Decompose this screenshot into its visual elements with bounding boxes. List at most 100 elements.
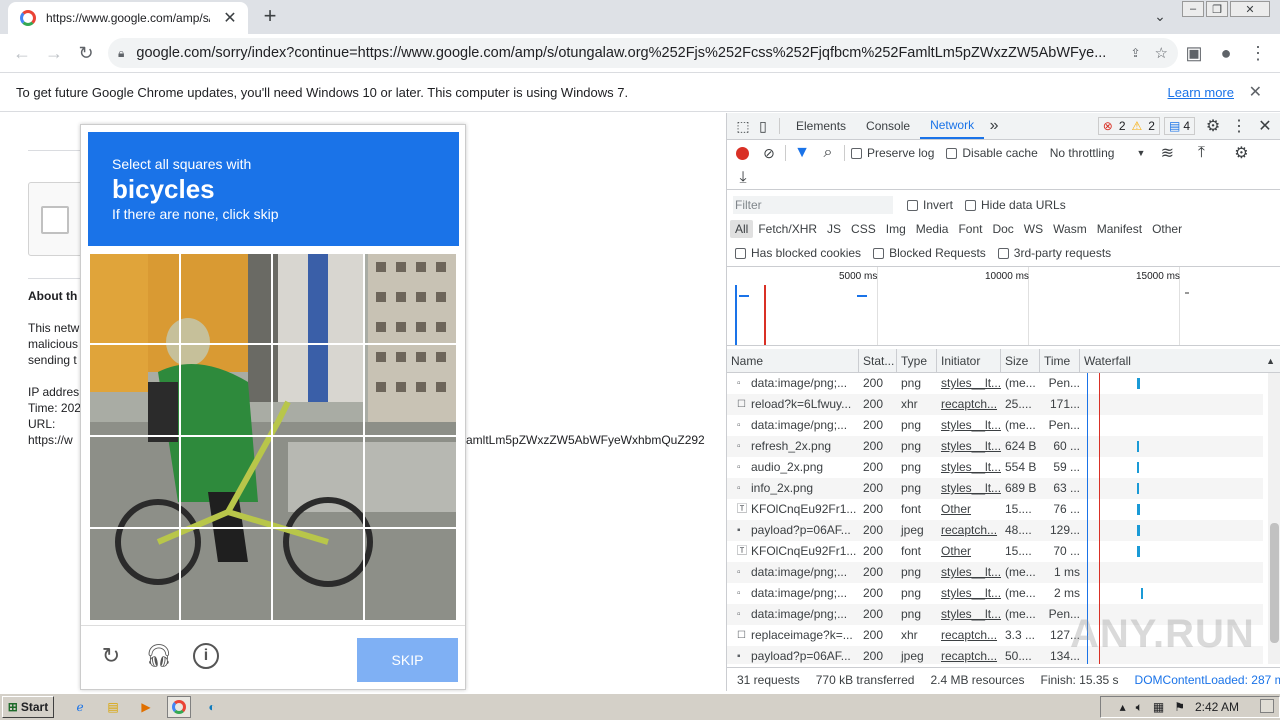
third-party-requests-checkbox[interactable]: 3rd-party requests <box>997 246 1111 260</box>
network-icon[interactable]: ▦ <box>1153 700 1164 714</box>
browser-tab[interactable]: https://www.google.com/amp/s/otungalaw ✕ <box>8 2 248 34</box>
column-header-status[interactable]: Stat... <box>859 349 897 373</box>
device-toolbar-icon[interactable]: ▯ <box>753 116 773 136</box>
filter-css[interactable]: CSS <box>846 220 881 238</box>
profile-avatar-icon[interactable]: ● <box>1210 37 1242 69</box>
devtools-menu-icon[interactable]: ⋮ <box>1229 116 1249 136</box>
scrollbar-thumb[interactable] <box>1270 523 1279 643</box>
column-header-type[interactable]: Type <box>897 349 937 373</box>
volume-icon[interactable]: 🔈︎ <box>1136 700 1143 715</box>
table-row[interactable]: 🅃 KFOlCnqEu92Fr1... 200 font Other 15.... 76 .… <box>727 499 1263 520</box>
grid-tile[interactable] <box>271 435 365 529</box>
preserve-log-checkbox[interactable]: Preserve log <box>851 146 934 160</box>
filter-other[interactable]: Other <box>1147 220 1187 238</box>
table-row[interactable]: 🅃 KFOlCnqEu92Fr1... 200 font Other 15.... 70 .… <box>727 541 1263 562</box>
side-panel-icon[interactable]: ▣ <box>1178 37 1210 69</box>
infobar-close-icon[interactable]: ✕ <box>1249 82 1262 102</box>
table-row[interactable]: ▫ data:image/png;... 200 png styles__lt... (m… <box>727 583 1263 604</box>
column-header-name[interactable]: Name <box>727 349 859 373</box>
filter-funnel-icon[interactable]: ▼ <box>792 143 812 163</box>
filter-doc[interactable]: Doc <box>987 220 1018 238</box>
explorer-folder-icon[interactable]: ▤ <box>101 696 125 718</box>
cell-initiator[interactable]: styles__lt... <box>937 583 1001 604</box>
grid-tile[interactable] <box>179 343 273 437</box>
grid-tile[interactable] <box>88 252 181 345</box>
throttling-select[interactable]: No throttling ▼ <box>1050 146 1146 160</box>
grid-tile[interactable] <box>271 343 365 437</box>
recaptcha-checkbox[interactable] <box>41 206 69 234</box>
more-tabs-icon[interactable]: » <box>984 116 1004 136</box>
menu-kebab-icon[interactable]: ⋮ <box>1242 37 1274 69</box>
network-overview-timeline[interactable]: 5000 ms 10000 ms 15000 ms <box>727 266 1280 346</box>
table-row[interactable]: ▫ data:image/png;... 200 png styles__lt... (m… <box>727 415 1263 436</box>
grid-tile[interactable] <box>88 343 181 437</box>
table-row[interactable]: ▫ audio_2x.png 200 png styles__lt... 554 B 59 … <box>727 457 1263 478</box>
cell-initiator[interactable]: recaptch... <box>937 625 1001 646</box>
table-scrollbar[interactable] <box>1268 373 1280 664</box>
table-row[interactable]: ▫ data:image/png;... 200 png styles__lt... (m… <box>727 373 1263 394</box>
grid-tile[interactable] <box>88 435 181 529</box>
has-blocked-cookies-checkbox[interactable]: Has blocked cookies <box>735 246 861 260</box>
close-window-button[interactable]: ✕ <box>1230 1 1270 17</box>
grid-tile[interactable] <box>271 527 365 622</box>
hide-data-urls-checkbox[interactable]: Hide data URLs <box>965 198 1066 212</box>
forward-icon[interactable]: → <box>38 37 70 69</box>
start-button[interactable]: ⊞ Start <box>2 696 54 718</box>
disable-cache-checkbox[interactable]: Disable cache <box>946 146 1038 160</box>
cell-initiator[interactable]: recaptch... <box>937 520 1001 541</box>
filter-all[interactable]: All <box>730 220 754 238</box>
grid-tile[interactable] <box>179 252 273 345</box>
cell-initiator[interactable]: recaptch... <box>937 394 1001 415</box>
filter-wasm[interactable]: Wasm <box>1048 220 1092 238</box>
clear-icon[interactable]: ⊘ <box>759 143 779 163</box>
cell-initiator[interactable]: styles__lt... <box>937 478 1001 499</box>
filter-font[interactable]: Font <box>953 220 987 238</box>
bookmark-star-icon[interactable]: ☆ <box>1155 44 1168 62</box>
minimize-button[interactable]: – <box>1182 1 1204 17</box>
tab-network[interactable]: Network <box>920 113 985 139</box>
cell-initiator[interactable]: styles__lt... <box>937 436 1001 457</box>
export-har-icon[interactable]: ⤓ <box>733 168 753 188</box>
filter-ws[interactable]: WS <box>1019 220 1048 238</box>
table-row[interactable]: ▫ data:image/png;... 200 png styles__lt... (m… <box>727 562 1263 583</box>
ie-icon[interactable]: ℯ <box>68 696 92 718</box>
maximize-button[interactable]: ❐ <box>1206 1 1228 17</box>
tab-elements[interactable]: Elements <box>786 113 856 139</box>
grid-tile[interactable] <box>363 527 458 622</box>
media-player-icon[interactable]: ▶ <box>134 696 158 718</box>
search-icon[interactable]: ⌕ <box>818 143 838 163</box>
tray-arrow-icon[interactable]: ▴ <box>1120 700 1126 714</box>
cell-initiator[interactable]: styles__lt... <box>937 562 1001 583</box>
cell-initiator[interactable]: styles__lt... <box>937 457 1001 478</box>
column-header-size[interactable]: Size <box>1001 349 1040 373</box>
table-row[interactable]: ▫ info_2x.png 200 png styles__lt... 689 B 63 .… <box>727 478 1263 499</box>
message-counter[interactable]: ▤ 4 <box>1163 117 1195 135</box>
import-har-icon[interactable]: ⤒ <box>1191 143 1211 163</box>
tab-console[interactable]: Console <box>856 113 920 139</box>
table-row[interactable]: ▪ payload?p=06AF... 200 jpeg recaptch... 48..… <box>727 520 1263 541</box>
cell-initiator[interactable]: Other <box>937 541 1001 562</box>
skip-button[interactable]: SKIP <box>357 638 458 682</box>
filter-fetch-xhr[interactable]: Fetch/XHR <box>753 220 822 238</box>
audio-challenge-icon[interactable]: 🎧︎ <box>145 642 173 670</box>
show-desktop-button[interactable] <box>1260 699 1274 713</box>
reload-challenge-icon[interactable]: ↻ <box>97 642 125 670</box>
clock[interactable]: 2:42 AM <box>1195 700 1239 714</box>
filter-img[interactable]: Img <box>881 220 911 238</box>
inspect-element-icon[interactable]: ⬚ <box>733 116 753 136</box>
grid-tile[interactable] <box>179 435 273 529</box>
cell-initiator[interactable]: recaptch... <box>937 646 1001 664</box>
grid-tile[interactable] <box>363 252 458 345</box>
cell-initiator[interactable]: styles__lt... <box>937 604 1001 625</box>
url-text[interactable]: google.com/sorry/index?continue=https://… <box>136 45 1116 61</box>
grid-tile[interactable] <box>363 435 458 529</box>
close-devtools-icon[interactable]: ✕ <box>1255 116 1275 136</box>
cell-initiator[interactable]: styles__lt... <box>937 415 1001 436</box>
learn-more-link[interactable]: Learn more <box>1168 85 1234 100</box>
filter-input[interactable]: Filter <box>733 196 893 214</box>
cell-initiator[interactable]: Other <box>937 499 1001 520</box>
grid-tile[interactable] <box>88 527 181 622</box>
network-conditions-icon[interactable]: ≋ <box>1157 143 1177 163</box>
issue-counters[interactable]: ⊗ 2 ⚠ 2 <box>1097 117 1160 135</box>
flag-icon[interactable]: ⚑ <box>1174 700 1185 714</box>
